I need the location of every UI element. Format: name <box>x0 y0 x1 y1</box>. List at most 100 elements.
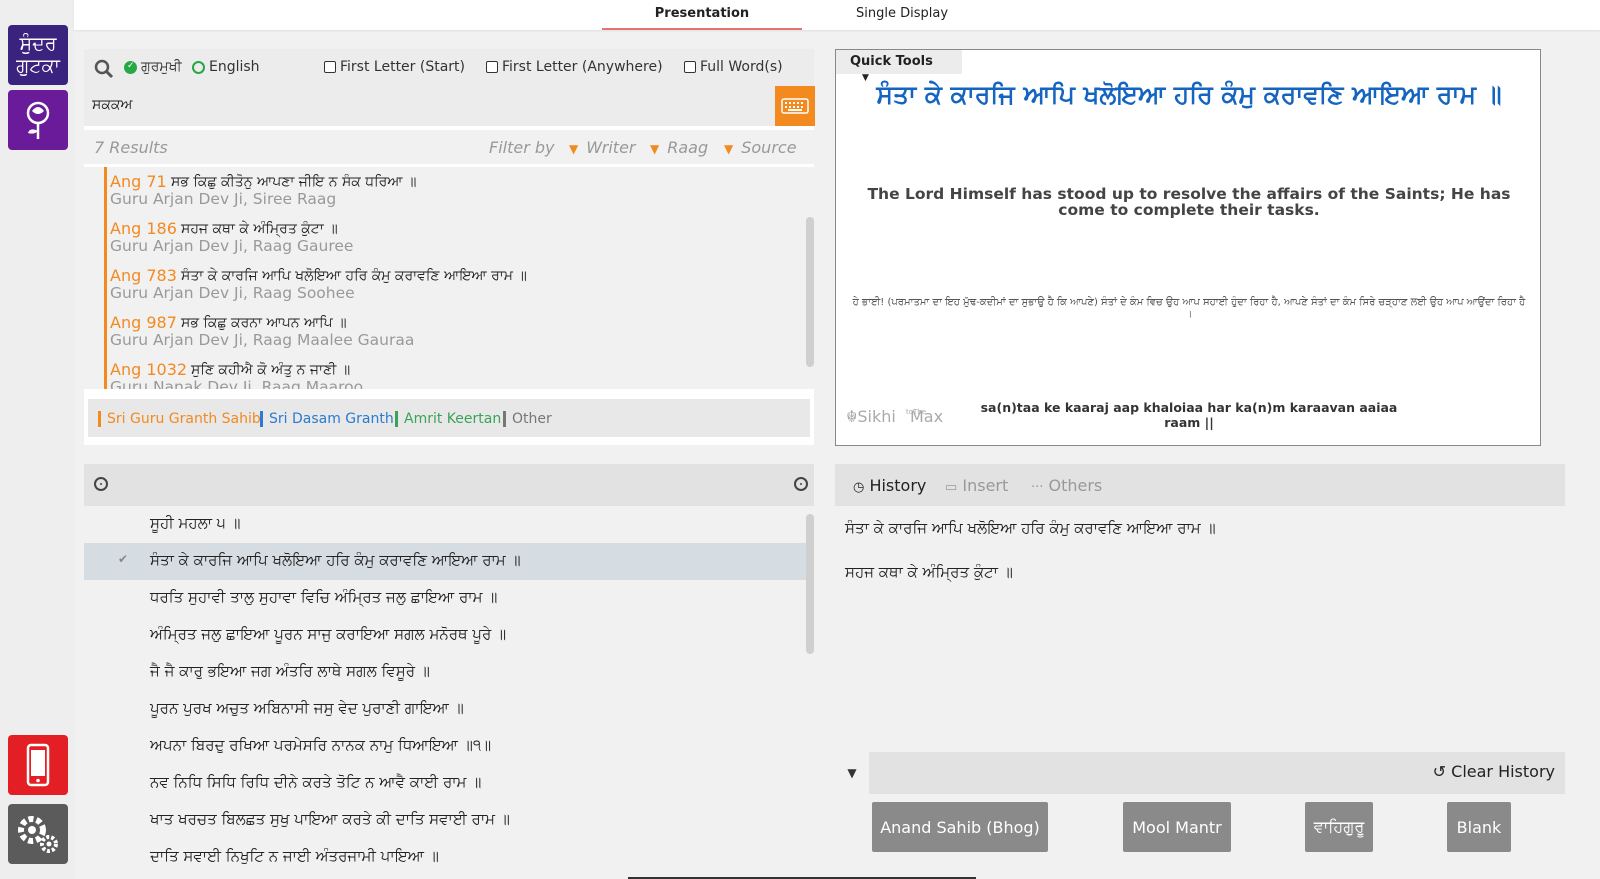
shabad-header <box>84 464 814 506</box>
first-letter-anywhere-checkbox[interactable]: First Letter (Anywhere) <box>486 59 663 75</box>
shabad-line-text: ਸੰਤਾ ਕੇ ਕਾਰਜਿ ਆਪਿ ਖਲੋਇਆ ਹਰਿ ਕੰਮੁ ਕਰਾਵਣਿ … <box>150 551 521 569</box>
settings-button[interactable] <box>8 804 68 864</box>
first-letter-anywhere-label: First Letter (Anywhere) <box>502 59 663 75</box>
source-other[interactable]: Other <box>503 411 552 427</box>
full-words-checkbox[interactable]: Full Word(s) <box>684 59 783 75</box>
history-action-bar: ▼ ↺ Clear History <box>835 752 1565 794</box>
search-input-row <box>84 86 815 126</box>
filter-by-label: Filter by <box>489 138 555 157</box>
result-gurbani: ਸਹਜ ਕਥਾ ਕੇ ਅੰਮ੍ਰਿਤ ਕੁੰਟਾ ॥ <box>181 221 338 237</box>
undo-icon: ↺ <box>1432 762 1447 781</box>
mool-mantr-button[interactable]: Mool Mantr <box>1123 802 1231 852</box>
clock-icon: ◷ <box>853 480 865 495</box>
checkbox-icon <box>684 61 696 73</box>
app-root: ਸੁੰਦਰ ਗੁਟਕਾ Presentation Single Display … <box>0 0 1600 879</box>
preview-english-translation: The Lord Himself has stood up to resolve… <box>867 185 1511 219</box>
source-filter[interactable]: ▼ Source <box>724 138 797 157</box>
triangle-down-icon: ▼ <box>724 142 734 156</box>
result-ang: Ang 1032 <box>110 360 188 379</box>
results-count: 7 Results <box>94 138 168 157</box>
keyboard-button[interactable] <box>775 86 815 126</box>
english-radio[interactable]: English <box>192 59 260 75</box>
raag-filter[interactable]: ▼ Raag <box>650 138 708 157</box>
sundar-gutka-button[interactable]: ਸੁੰਦਰ ਗੁਟਕਾ <box>8 25 68 85</box>
desktop-icon: ▭ <box>945 480 958 495</box>
waheguru-button[interactable]: ਵਾਹਿਗੁਰੂ <box>1305 802 1373 852</box>
tab-others[interactable]: ··· Others <box>1031 476 1102 495</box>
result-gurbani: ਸੰਤਾ ਕੇ ਕਾਰਜਿ ਆਪਿ ਖਲੋਇਆ ਹਰਿ ਕੰਮੁ ਕਰਾਵਣਿ … <box>181 268 527 284</box>
shabad-scrollbar[interactable] <box>806 514 814 654</box>
clear-history-button[interactable]: ↺ Clear History <box>1433 762 1555 781</box>
gear-icon <box>18 816 58 853</box>
next-shabad-icon[interactable] <box>794 477 808 491</box>
result-item[interactable]: Ang 186 ਸਹਜ ਕਥਾ ਕੇ ਅੰਮ੍ਰਿਤ ਕੁੰਟਾ ॥ Guru … <box>104 214 814 261</box>
result-item[interactable]: Ang 1032 ਸੁਣਿ ਕਹੀਐ ਕੋ ਅੰਤੁ ਨ ਜਾਣੀ ॥ Guru… <box>104 355 814 389</box>
results-list: Ang 71 ਸਭ ਕਿਛੁ ਕੀਤੋਨੁ ਆਪਣਾ ਜੀਇ ਨ ਸੰਕ ਧਰਿ… <box>84 167 814 389</box>
tab-presentation[interactable]: Presentation <box>602 6 802 30</box>
writer-filter[interactable]: ▼ Writer <box>569 138 636 157</box>
quick-tools-label: Quick Tools <box>850 54 933 69</box>
result-author: Guru Arjan Dev Ji, Siree Raag <box>110 190 337 208</box>
anand-sahib-button[interactable]: Anand Sahib (Bhog) <box>872 802 1048 852</box>
search-options: ਗੁਰਮੁਖੀ English First Letter (Start) Fir… <box>84 49 814 86</box>
gurmukhi-radio[interactable]: ਗੁਰਮੁਖੀ <box>124 59 182 75</box>
result-gurbani: ਸੁਣਿ ਕਹੀਐ ਕੋ ਅੰਤੁ ਨ ਜਾਣੀ ॥ <box>191 362 351 378</box>
search-icon[interactable] <box>94 59 114 79</box>
top-tab-bar: Presentation Single Display <box>74 0 1600 30</box>
shabad-line-active[interactable]: ✔ ਸੰਤਾ ਕੇ ਕਾਰਜਿ ਆਪਿ ਖਲੋਇਆ ਹਰਿ ਕੰਮੁ ਕਰਾਵਣ… <box>84 543 814 580</box>
history-item[interactable]: ਸਹਜ ਕਥਾ ਕੇ ਅੰਮ੍ਰਿਤ ਕੁੰਟਾ ॥ <box>845 563 1013 581</box>
results-bar: 7 Results Filter by ▼ Writer ▼ Raag ▼ Sourc… <box>84 130 814 164</box>
source-sggs[interactable]: Sri Guru Granth Sahib <box>98 411 261 427</box>
tab-history-label: History <box>869 476 927 495</box>
writer-filter-label: Writer <box>586 138 636 157</box>
result-author: Guru Nanak Dev Ji, Raag Maaroo <box>110 378 364 389</box>
radio-checked-icon <box>124 60 137 74</box>
result-item[interactable]: Ang 783 ਸੰਤਾ ਕੇ ਕਾਰਜਿ ਆਪਿ ਖਲੋਇਆ ਹਰਿ ਕੰਮੁ… <box>104 261 814 308</box>
clear-history-label: Clear History <box>1451 762 1555 781</box>
mobile-icon <box>26 743 50 787</box>
quick-tools-button[interactable]: Quick Tools ▼ <box>836 50 962 83</box>
ellipsis-icon: ··· <box>1031 480 1044 495</box>
result-ang: Ang 71 <box>110 172 167 191</box>
shabad-line[interactable]: ਸੂਹੀ ਮਹਲਾ ੫ ॥ <box>84 506 814 543</box>
result-author: Guru Arjan Dev Ji, Raag Maalee Gauraa <box>110 331 415 349</box>
shabad-line[interactable]: ਖਾਤ ਖਰਚਤ ਬਿਲਛਤ ਸੁਖੁ ਪਾਇਆ ਕਰਤੇ ਕੀ ਦਾਤਿ ਸਵ… <box>84 802 814 839</box>
shabad-line[interactable]: ਦਾਤਿ ਸਵਾਈ ਨਿਖੁਟਿ ਨ ਜਾਈ ਅੰਤਰਜਾਮੀ ਪਾਇਆ ॥ <box>84 839 814 876</box>
shabad-line[interactable]: ਜੈ ਜੈ ਕਾਰੁ ਭਇਆ ਜਗ ਅੰਤਰਿ ਲਾਥੇ ਸਗਲ ਵਿਸੂਰੇ … <box>84 654 814 691</box>
history-item[interactable]: ਸੰਤਾ ਕੇ ਕਾਰਜਿ ਆਪਿ ਖਲੋਇਆ ਹਰਿ ਕੰਮੁ ਕਰਾਵਣਿ … <box>845 519 1216 537</box>
shabad-line[interactable]: ਨਵ ਨਿਧਿ ਸਿਧਿ ਰਿਧਿ ਦੀਨੇ ਕਰਤੇ ਤੋਟਿ ਨ ਆਵੈ ਕ… <box>84 765 814 802</box>
shabad-line[interactable]: ਧਰਤਿ ਸੁਹਾਵੀ ਤਾਲੁ ਸੁਹਾਵਾ ਵਿਚਿ ਅੰਮ੍ਰਿਤ ਜਲੁ… <box>84 580 814 617</box>
source-dasam-granth[interactable]: Sri Dasam Granth <box>260 411 394 427</box>
checkbox-icon <box>486 61 498 73</box>
source-amrit-keertan[interactable]: Amrit Keertan <box>395 411 501 427</box>
mobile-button[interactable] <box>8 735 68 795</box>
ceremonies-button[interactable] <box>8 90 68 150</box>
shabad-line[interactable]: ਪੂਰਨ ਪੁਰਖ ਅਚੁਤ ਅਬਿਨਾਸੀ ਜਸੁ ਵੇਦ ਪੁਰਾਣੀ ਗਾ… <box>84 691 814 728</box>
history-tab-bar: ◷ History ▭ Insert ··· Others <box>835 464 1565 506</box>
svg-text:Max: Max <box>910 407 943 426</box>
svg-text:☬Sikhi: ☬Sikhi <box>846 407 896 426</box>
radio-unchecked-icon <box>192 60 205 74</box>
tab-insert[interactable]: ▭ Insert <box>945 476 1008 495</box>
sikhitothemax-logo: ☬Sikhi toThe Max <box>846 404 956 433</box>
tab-others-label: Others <box>1048 476 1103 495</box>
first-letter-start-label: First Letter (Start) <box>340 59 466 75</box>
first-letter-start-checkbox[interactable]: First Letter (Start) <box>324 59 465 75</box>
result-item[interactable]: Ang 71 ਸਭ ਕਿਛੁ ਕੀਤੋਨੁ ਆਪਣਾ ਜੀਇ ਨ ਸੰਕ ਧਰਿ… <box>104 167 814 214</box>
history-panel: ◷ History ▭ Insert ··· Others ਸੰਤਾ ਕੇ ਕਾ… <box>835 464 1565 861</box>
results-scrollbar[interactable] <box>806 217 814 367</box>
caret-down-icon[interactable]: ▼ <box>835 752 869 794</box>
search-input[interactable] <box>92 92 752 118</box>
shabad-line[interactable]: ਅੰਮ੍ਰਿਤ ਜਲੁ ਛਾਇਆ ਪੂਰਨ ਸਾਜੁ ਕਰਾਇਆ ਸਗਲ ਮਨੋ… <box>84 617 814 654</box>
blank-button[interactable]: Blank <box>1447 802 1511 852</box>
tab-history[interactable]: ◷ History <box>853 476 926 495</box>
preview-transliteration: sa(n)taa ke kaaraj aap khaloiaa har ka(n… <box>980 400 1398 430</box>
result-item[interactable]: Ang 987 ਸਭ ਕਿਛੁ ਕਰਨਾ ਆਪਨ ਆਪਿ ॥ Guru Arja… <box>104 308 814 355</box>
result-gurbani: ਸਭ ਕਿਛੁ ਕੀਤੋਨੁ ਆਪਣਾ ਜੀਇ ਨ ਸੰਕ ਧਰਿਆ ॥ <box>171 174 417 190</box>
triangle-down-icon: ▼ <box>569 142 579 156</box>
sundar-gutka-label: ਸੁੰਦਰ ਗੁਟਕਾ <box>16 33 60 77</box>
result-author: Guru Arjan Dev Ji, Raag Soohee <box>110 284 355 302</box>
shabad-line[interactable]: ਅਪਨਾ ਬਿਰਦੁ ਰਖਿਆ ਪਰਮੇਸਰਿ ਨਾਨਕ ਨਾਮੁ ਧਿਆਇਆ … <box>84 728 814 765</box>
prev-shabad-icon[interactable] <box>94 477 108 491</box>
tab-single-display[interactable]: Single Display <box>856 6 948 21</box>
